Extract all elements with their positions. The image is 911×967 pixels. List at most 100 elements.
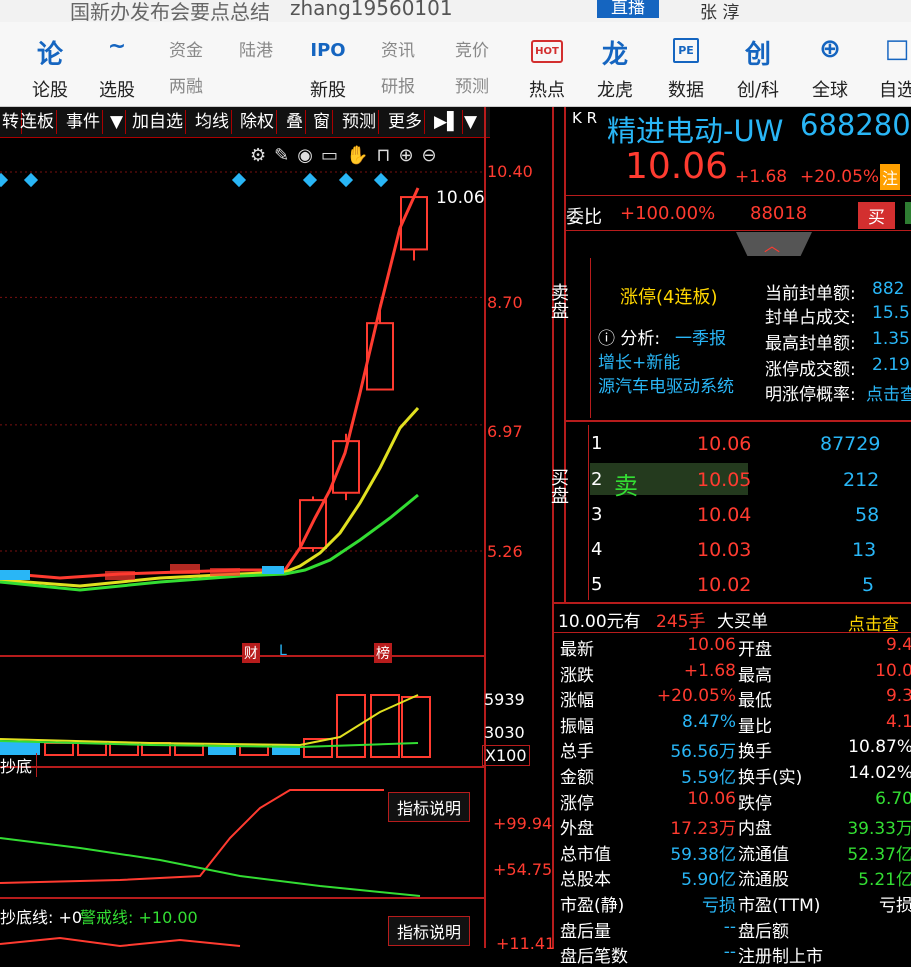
bid-price[interactable]: 10.04 xyxy=(697,504,751,526)
stat-label: 总股本 xyxy=(560,870,611,891)
stat-value: -- xyxy=(723,942,736,963)
stat-label: 涨幅 xyxy=(560,691,594,712)
seal-stat-label: 最高封单额: xyxy=(765,334,856,354)
price-tick: 6.97 xyxy=(487,422,523,441)
stat-label: 流通值 xyxy=(738,844,789,865)
buy-button[interactable]: 买 xyxy=(858,202,895,229)
ipo-icon: IPO xyxy=(310,40,346,61)
stat-label: 金额 xyxy=(560,768,594,788)
toolbar-shuju-button[interactable]: PE 数据 xyxy=(658,22,714,106)
analysis-prefix: ⓘ 分析: xyxy=(598,329,661,349)
bid-price[interactable]: 10.03 xyxy=(697,539,751,561)
stat-label: 注册制上市 xyxy=(738,947,823,967)
bid-level: 5 xyxy=(591,574,603,595)
indicator2-tick: +11.41 xyxy=(496,934,556,953)
bid-price[interactable]: 10.02 xyxy=(697,574,751,596)
stat-label: 振幅 xyxy=(560,716,594,737)
stat-value: 亏损 xyxy=(702,896,736,916)
divider xyxy=(590,258,591,418)
stat-value: 39.33万 xyxy=(847,819,911,840)
toolbar-ipo-button[interactable]: IPO 新股 xyxy=(300,22,356,106)
stat-value: 10.06 xyxy=(687,635,736,655)
seal-stat-label: 封单占成交: xyxy=(765,308,856,328)
panel-border xyxy=(564,107,566,602)
indicator1-green-line xyxy=(0,837,421,897)
kline-chart[interactable] xyxy=(0,108,484,655)
stat-label: 涨跌 xyxy=(560,665,594,686)
analysis-link[interactable]: 一季报 xyxy=(675,324,726,349)
sell-button-edge[interactable] xyxy=(905,202,911,224)
stock-code: 688280 xyxy=(800,108,911,142)
toolbar-chuangke-button[interactable]: 创 创/科 xyxy=(728,22,788,106)
price-change-pct: +20.05% xyxy=(800,167,880,187)
volume-chart[interactable] xyxy=(0,657,484,766)
sell-side-label: 卖盘 xyxy=(548,283,569,319)
stat-label: 盘后量 xyxy=(560,921,611,942)
seal-stat-label: 涨停成交额: xyxy=(765,360,856,380)
stat-value: 6.70 xyxy=(875,788,911,809)
stat-value: 56.56万 xyxy=(670,742,736,763)
concept-tag-2[interactable]: 源汽车电驱动系统 xyxy=(598,372,734,397)
stat-value: 5.90亿 xyxy=(681,870,736,891)
toolbar-zijin-button[interactable]: 资金 两融 xyxy=(158,22,214,106)
toolbar-zixuan-button[interactable]: □ 自选 xyxy=(872,22,911,106)
stat-label: 量比 xyxy=(738,716,772,737)
stat-value: 亏损 xyxy=(879,896,911,916)
divider xyxy=(566,230,911,231)
trend-icon: ~ xyxy=(107,34,127,59)
live-button[interactable]: 直播 xyxy=(597,0,659,18)
stat-label: 最高 xyxy=(738,665,772,686)
stat-label: 总手 xyxy=(560,742,594,763)
toolbar-redian-button[interactable]: HOT 热点 xyxy=(520,22,574,106)
chuang-icon: 创 xyxy=(744,40,771,70)
bid-level: 2 xyxy=(591,469,603,490)
stat-value: 59.38亿 xyxy=(670,844,736,865)
stat-value: 52.37亿 xyxy=(847,844,911,865)
stat-value: 9.4 xyxy=(885,635,911,655)
bid-level: 1 xyxy=(591,433,603,454)
toolbar-zixun-button[interactable]: 资讯 研报 xyxy=(368,22,428,106)
seal-stat-label: 明涨停概率: xyxy=(765,385,856,405)
concept-tag-1[interactable]: 增长+新能 xyxy=(598,348,680,373)
stat-label: 总市值 xyxy=(560,844,611,865)
ma5-line xyxy=(0,187,420,580)
stats-row: 总手 56.56万 换手 10.87% xyxy=(560,737,911,762)
indicator-chart-2 xyxy=(0,936,241,948)
title-bar: 国新办发布会要点总结 zhang19560101 直播 张 淳 xyxy=(0,0,911,22)
indicator-help-button[interactable]: 指标说明 xyxy=(388,792,471,822)
indicator-chart-1[interactable] xyxy=(0,768,484,897)
toolbar-quanqiu-button[interactable]: ⊕ 全球 xyxy=(800,22,860,106)
toolbar-jingjia-button[interactable]: 竞价 预测 xyxy=(442,22,502,106)
seal-stat-link[interactable]: 点击查 xyxy=(866,380,911,405)
seal-stat-value: 2.19 xyxy=(872,355,910,375)
bid-volume: 58 xyxy=(855,504,880,526)
stats-row: 最新 10.06 开盘 9.4 xyxy=(560,635,911,660)
stat-value: -- xyxy=(723,916,736,937)
note-badge[interactable]: 注 xyxy=(880,164,901,190)
webi-label: 委比 xyxy=(566,207,602,228)
user-menu[interactable]: 张 淳 xyxy=(700,0,739,22)
bigorder-volume: 245手 xyxy=(656,612,706,632)
stat-value: 5.21亿 xyxy=(858,870,911,891)
hot-icon: HOT xyxy=(531,40,563,63)
toolbar-lugang-button[interactable]: 陆港 xyxy=(228,22,284,106)
bid-level: 4 xyxy=(591,539,603,560)
divider xyxy=(554,632,911,633)
price-axis-border xyxy=(484,107,486,948)
stat-label: 外盘 xyxy=(560,819,594,840)
stat-label: 盘后额 xyxy=(738,921,789,942)
stat-value: +1.68 xyxy=(683,660,736,681)
stat-label: 最低 xyxy=(738,691,772,712)
volume-tick: 5939 xyxy=(484,690,525,709)
news-ticker[interactable]: 国新办发布会要点总结 xyxy=(70,0,270,22)
bid-price[interactable]: 10.06 xyxy=(697,433,751,455)
toolbar-longhu-button[interactable]: 龙 龙虎 xyxy=(588,22,642,106)
toolbar-xuangu-button[interactable]: ~ 选股 xyxy=(90,22,144,106)
ma10-line xyxy=(0,406,420,588)
stat-value: 10.0 xyxy=(875,660,911,681)
toolbar-lungu-button[interactable]: 论 论股 xyxy=(24,22,76,106)
candle-body xyxy=(366,322,394,391)
bid-price[interactable]: 10.05 xyxy=(697,469,751,491)
chevron-up-icon[interactable]: ︿ xyxy=(764,232,780,256)
divider xyxy=(554,602,911,604)
